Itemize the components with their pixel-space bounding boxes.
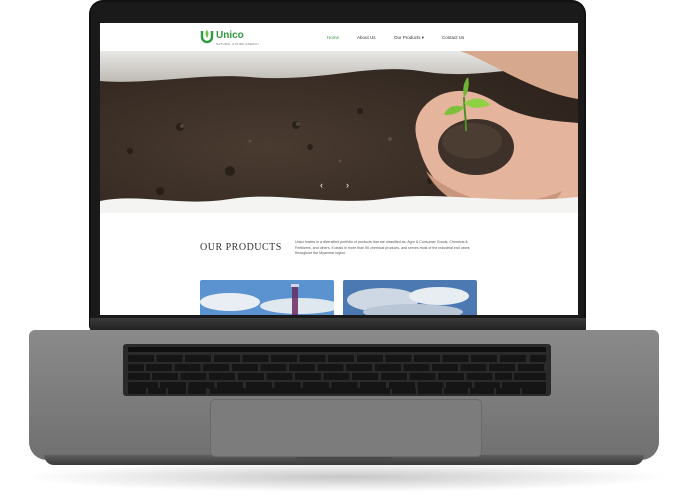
- site-header: Unico NATURAL & PURE ENERGY Home About U…: [100, 23, 578, 52]
- product-card-2[interactable]: [343, 280, 477, 315]
- product-card-1[interactable]: [200, 280, 334, 315]
- nav-item-our-products[interactable]: Our Products ▾: [394, 35, 424, 41]
- laptop-keyboard: [123, 344, 551, 396]
- nav-item-contact-us[interactable]: Contact Us: [442, 35, 464, 40]
- brand-tagline: NATURAL & PURE ENERGY: [216, 42, 260, 46]
- section-title: OUR PRODUCTS: [200, 242, 282, 253]
- hero-image-soil-seedling: [100, 51, 578, 213]
- nav-item-home[interactable]: Home: [327, 35, 339, 40]
- product-image-lab-sky: [200, 280, 334, 315]
- laptop-trackpad: [210, 399, 482, 457]
- laptop-screen: Unico NATURAL & PURE ENERGY Home About U…: [100, 23, 578, 315]
- section-description: Unico trades in a diversified portfolio …: [295, 240, 470, 255]
- slider-next-icon[interactable]: ›: [346, 180, 349, 190]
- brand-logo-icon[interactable]: [200, 28, 214, 44]
- nav-item-about-us[interactable]: About Us: [357, 35, 376, 40]
- product-image-cloudy-sky: [343, 280, 477, 315]
- laptop-shadow: [20, 462, 670, 492]
- hero-slider: ‹ ›: [100, 51, 578, 213]
- slider-prev-icon[interactable]: ‹: [320, 180, 323, 190]
- brand-name[interactable]: Unico: [216, 30, 244, 41]
